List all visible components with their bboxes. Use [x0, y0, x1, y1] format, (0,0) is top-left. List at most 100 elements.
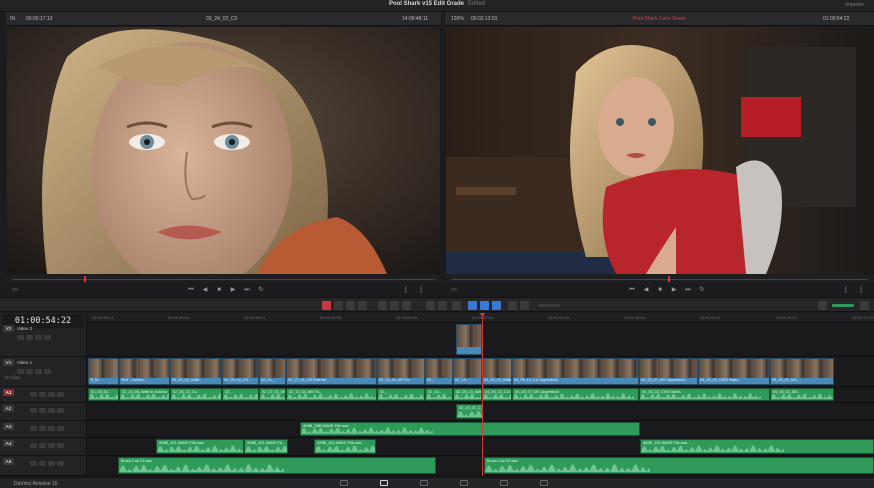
audio-clip[interactable]: 02_24_08_Walk to Exterior — [119, 388, 170, 401]
source-clip-name[interactable]: 03_24_02_C0 — [206, 12, 237, 26]
marker-dropdown-icon[interactable] — [492, 301, 501, 310]
audio-clip[interactable]: 02_27_01_MS Exterior — [259, 388, 286, 401]
audio-clip[interactable]: 04_08_02_CWS Stairs — [639, 388, 770, 401]
audio-clip[interactable]: 05_08_01_MS.. — [770, 388, 834, 401]
in-label[interactable]: IN — [10, 12, 15, 26]
solo-icon[interactable] — [44, 335, 51, 340]
source-scrub-track[interactable] — [12, 279, 435, 280]
video-clip[interactable]: 02_24_.. — [259, 358, 286, 385]
audio-clip[interactable]: 01_08_01.. — [88, 388, 119, 401]
source-stop-icon[interactable]: ■ — [214, 285, 224, 295]
auto-select-icon[interactable] — [39, 461, 46, 466]
solo-icon[interactable] — [57, 408, 64, 413]
video-clip[interactable]: 04_22_07_MS Upperdeck — [639, 358, 698, 385]
video-clip[interactable]: 02_25_10_C4.. — [222, 358, 259, 385]
detail-zoom-icon[interactable] — [520, 301, 529, 310]
audio-clip[interactable]: AMBI_321-WAVE File.wav — [156, 439, 244, 454]
source-play-reverse-icon[interactable]: ◀ — [200, 285, 210, 295]
track-header-v2[interactable]: V2 Video 2 — [0, 323, 87, 357]
video-clip[interactable]: 05_08_01_MS_.. — [770, 358, 834, 385]
audio-clip[interactable]: AMBI_2BR-WAVE File.wav — [300, 422, 640, 436]
video-clip[interactable]: 02_27_01_SS Exterior — [286, 358, 377, 385]
track-header-a1[interactable]: A1 — [0, 387, 87, 403]
source-play-icon[interactable]: ▶ — [228, 285, 238, 295]
mute-icon[interactable] — [35, 335, 42, 340]
video-clip[interactable]: 02_12_31_MS Fo.. — [377, 358, 425, 385]
deliver-page-icon[interactable] — [540, 480, 548, 486]
solo-icon[interactable] — [57, 443, 64, 448]
playhead[interactable] — [482, 313, 483, 476]
video-clip[interactable] — [456, 324, 482, 355]
auto-select-icon[interactable] — [26, 335, 33, 340]
track-lane[interactable]: AMBI_2BR-WAVE File.wav — [88, 421, 874, 438]
solo-icon[interactable] — [57, 426, 64, 431]
source-scrub-bar[interactable] — [6, 275, 441, 283]
source-mark-in-icon[interactable]: [ — [401, 285, 411, 295]
trim-tool-icon[interactable] — [334, 301, 343, 310]
track-tag[interactable]: A4 — [3, 440, 14, 447]
edit-page-icon[interactable] — [380, 480, 388, 486]
audio-clip[interactable]: 02_14.. — [425, 388, 453, 401]
timeline-go-start-icon[interactable]: ⏮ — [627, 285, 637, 295]
source-scrub-head[interactable] — [83, 276, 86, 282]
zoom-slider[interactable] — [538, 304, 560, 307]
timeline-play-reverse-icon[interactable]: ◀ — [641, 285, 651, 295]
media-page-icon[interactable] — [340, 480, 348, 486]
track-lane[interactable]: Ti_M.. Text - Custom 02_24_04_Walk.. 02_25_… — [88, 357, 874, 387]
video-clip[interactable]: 02_26_10_Walk to Exterior — [482, 358, 512, 385]
audio-mute-icon[interactable] — [818, 301, 827, 310]
video-clip[interactable]: 02_14.. — [453, 358, 482, 385]
mute-icon[interactable] — [48, 426, 55, 431]
lock-icon[interactable] — [30, 443, 37, 448]
color-page-icon[interactable] — [460, 480, 468, 486]
track-lane[interactable]: 01_08_01.. 02_24_08_Walk to Exterior 02_25… — [88, 387, 874, 403]
mute-icon[interactable] — [48, 408, 55, 413]
audio-clip[interactable]: 02_25_10_Cu.. — [170, 388, 222, 401]
fusion-page-icon[interactable] — [420, 480, 428, 486]
audio-clip[interactable]: 02_26_10_Walk to Exterior — [453, 388, 482, 401]
lock-icon[interactable] — [30, 461, 37, 466]
mute-icon[interactable] — [48, 392, 55, 397]
lock-icon[interactable] — [30, 426, 37, 431]
audio-clip[interactable]: Brush Cue 02.wav — [484, 457, 874, 474]
timeline-scrub-head[interactable] — [667, 276, 670, 282]
timeline-mark-in-icon[interactable]: [ — [841, 285, 851, 295]
source-go-end-icon[interactable]: ⏭ — [242, 285, 252, 295]
track-header-a4[interactable]: A4 — [0, 438, 87, 456]
dynamic-trim-icon[interactable] — [346, 301, 355, 310]
snapping-icon[interactable] — [426, 301, 435, 310]
auto-select-icon[interactable] — [39, 443, 46, 448]
solo-icon[interactable] — [44, 369, 51, 374]
mute-icon[interactable] — [48, 461, 55, 466]
audio-clip[interactable]: Brush Cue 01.wav — [118, 457, 436, 474]
track-lane[interactable]: AMBI_321-WAVE File.wav AMBI_321-WAVE Fil.… — [88, 438, 874, 456]
lock-icon[interactable] — [30, 408, 37, 413]
video-clip[interactable]: 04_09_10_CU Upperdeck — [512, 358, 639, 385]
full-extent-zoom-icon[interactable] — [508, 301, 517, 310]
audio-clip[interactable]: 02_12_31_MS Fo.. — [286, 388, 377, 401]
mute-icon[interactable] — [48, 443, 55, 448]
position-lock-icon[interactable] — [452, 301, 461, 310]
video-clip[interactable]: 04_08_02_CWS Stairs — [698, 358, 770, 385]
audio-clip[interactable]: 02_.. — [222, 388, 259, 401]
blade-tool-icon[interactable] — [358, 301, 367, 310]
timeline-scrub-track[interactable] — [451, 279, 868, 280]
timeline-view-options-icon[interactable]: ▭ — [449, 285, 459, 295]
audio-clip[interactable]: 02_.. — [377, 388, 425, 401]
track-header-a2[interactable]: A2 — [0, 403, 87, 421]
source-timecode[interactable]: 00:00:17:13 — [26, 12, 52, 26]
audio-clip[interactable]: 02_20_01_C.. — [456, 404, 483, 419]
timeline-name[interactable]: Pool Shark Color Grade — [633, 12, 686, 26]
audio-clip[interactable]: 04_20_07_MS Upperdeck — [512, 388, 639, 401]
auto-select-icon[interactable] — [39, 408, 46, 413]
source-go-start-icon[interactable]: ⏮ — [186, 285, 196, 295]
insert-clip-icon[interactable] — [378, 301, 387, 310]
timeline-scrub-bar[interactable] — [445, 275, 874, 283]
auto-select-icon[interactable] — [39, 392, 46, 397]
zoom-level[interactable]: 126% — [451, 12, 464, 26]
mute-icon[interactable] — [35, 369, 42, 374]
source-loop-icon[interactable]: ↻ — [256, 285, 266, 295]
lock-icon[interactable] — [17, 335, 24, 340]
solo-icon[interactable] — [57, 392, 64, 397]
timeline-tracks[interactable]: 01:00:35:13 01:00:40:15 01:00:45:14 01:00:4… — [88, 313, 874, 476]
